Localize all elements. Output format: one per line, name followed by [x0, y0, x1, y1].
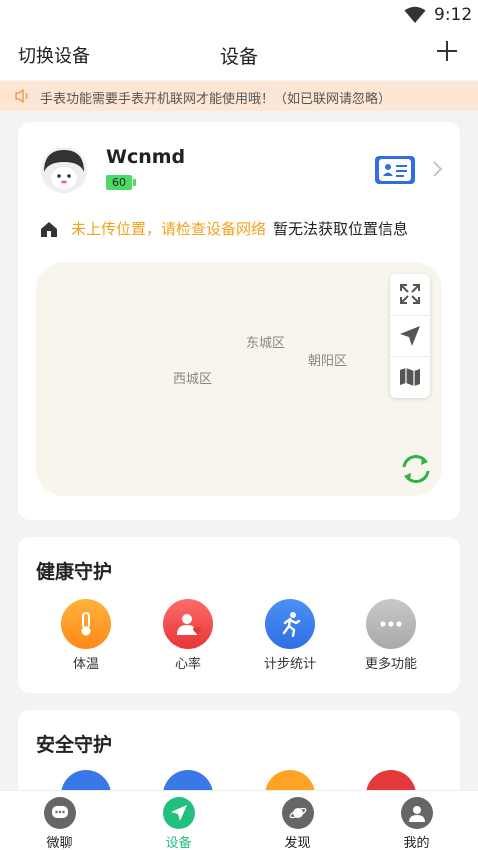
bottom-tab-bar: 微聊 设备 发现 我的 [0, 790, 478, 850]
page-title: 设备 [219, 46, 258, 68]
more-functions-button[interactable]: 更多功能 [351, 599, 431, 679]
map-type-button[interactable] [390, 356, 430, 397]
function-label: 计步统计 [263, 657, 316, 672]
tab-label: 微聊 [46, 836, 73, 850]
map-place-label: 东城区 [246, 336, 286, 351]
location-warning: 未上传位置，请检查设备网络 [71, 220, 267, 238]
tab-chat[interactable]: 微聊 [0, 791, 119, 850]
location-map[interactable]: 东城区 朝阳区 西城区 [36, 262, 442, 496]
step-count-button[interactable]: 计步统计 [250, 599, 330, 679]
function-label: 更多功能 [364, 657, 417, 672]
refresh-icon[interactable] [399, 452, 433, 486]
function-label: 心率 [174, 657, 201, 672]
expand-icon [400, 284, 420, 304]
tab-label: 设备 [165, 836, 192, 850]
map-toolbar [390, 274, 430, 398]
running-icon [282, 612, 301, 637]
id-card-icon[interactable] [374, 155, 416, 185]
health-title: 健康守护 [36, 561, 113, 583]
navigation-arrow-icon [400, 326, 420, 346]
battery-badge: 60 [106, 175, 136, 190]
map-place-label: 朝阳区 [308, 354, 348, 369]
status-time: 9:12 [434, 5, 473, 25]
location-info: 暂无法获取位置信息 [273, 220, 409, 238]
tab-discover[interactable]: 发现 [238, 791, 357, 850]
map-icon [400, 368, 420, 386]
thermometer-icon [81, 612, 91, 636]
tab-device[interactable]: 设备 [119, 791, 238, 850]
notice-banner: 手表功能需要手表开机联网才能使用哦！（如已联网请忽略） [0, 81, 478, 111]
tab-label: 发现 [284, 836, 311, 850]
more-icon [380, 621, 402, 627]
fullscreen-button[interactable] [390, 274, 430, 315]
device-name: Wcnmd [106, 146, 186, 168]
locate-button[interactable] [390, 315, 430, 356]
planet-icon [289, 807, 307, 819]
tab-mine[interactable]: 我的 [357, 791, 476, 850]
device-send-icon [171, 805, 187, 821]
user-icon [409, 806, 425, 822]
speaker-icon [15, 88, 28, 104]
wifi-icon [404, 6, 426, 23]
heart-rate-icon [177, 614, 201, 635]
tab-label: 我的 [403, 836, 430, 850]
location-status: 未上传位置，请检查设备网络 暂无法获取位置信息 [40, 216, 450, 242]
device-card: Wcnmd 60 未上传位置，请检查设备网络 暂无法获取位置信息 东城区 朝阳区… [18, 122, 460, 520]
home-icon [41, 222, 57, 237]
function-label: 体温 [72, 657, 99, 672]
map-place-label: 西城区 [173, 372, 213, 387]
heart-rate-button[interactable]: 心率 [148, 599, 228, 679]
safety-title: 安全守护 [36, 734, 113, 756]
top-header: 切换设备 设备 [0, 30, 478, 80]
temperature-button[interactable]: 体温 [46, 599, 126, 679]
status-bar: 9:12 [0, 0, 478, 30]
add-icon[interactable] [434, 38, 460, 64]
device-avatar[interactable] [40, 146, 88, 194]
chat-icon [52, 806, 68, 818]
health-card: 健康守护 体温 心率 计步统计 更多功能 [18, 537, 460, 693]
notice-text: 手表功能需要手表开机联网才能使用哦！（如已联网请忽略） [40, 92, 392, 107]
chevron-right-icon[interactable] [430, 158, 444, 180]
